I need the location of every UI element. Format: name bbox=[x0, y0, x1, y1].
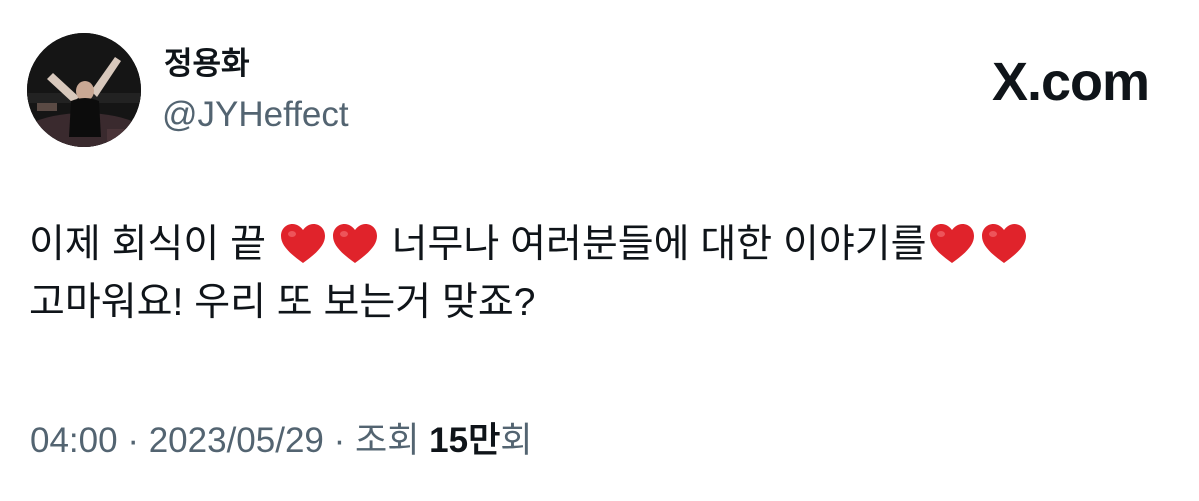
tweet-text-part1: 이제 회식이 끝 bbox=[29, 223, 266, 266]
avatar-photo bbox=[27, 33, 141, 147]
views-suffix: 회 bbox=[500, 421, 533, 460]
red-heart-icon bbox=[331, 223, 379, 265]
red-heart-icon bbox=[279, 223, 327, 265]
author-display-name[interactable]: 정용화 bbox=[164, 44, 250, 84]
red-heart-icon bbox=[980, 223, 1028, 265]
author-avatar[interactable] bbox=[27, 33, 141, 147]
tweet-line-2: 고마워요! 우리 또 보는거 맞죠? bbox=[29, 281, 536, 324]
tweet-text-part2: 너무나 여러분들에 대한 이야기를 bbox=[391, 223, 927, 266]
meta-separator: · bbox=[333, 421, 346, 460]
x-logo-text: X.com bbox=[991, 52, 1150, 112]
views-count: 15만 bbox=[429, 421, 501, 460]
red-heart-icon bbox=[928, 223, 976, 265]
tweet-line-1: 이제 회식이 끝 너무나 여러분들에 대한 이야기를 bbox=[29, 216, 1169, 274]
tweet-meta: 04:00 · 2023/05/29 · 조회 15만회 bbox=[30, 418, 533, 464]
tweet-date[interactable]: 2023/05/29 bbox=[149, 421, 324, 460]
author-handle[interactable]: @JYHeffect bbox=[162, 94, 349, 136]
tweet-text: 이제 회식이 끝 너무나 여러분들에 대한 이야기를 고마워요! 우리 또 보는… bbox=[29, 216, 1169, 332]
meta-separator: · bbox=[127, 421, 139, 460]
views-label: 조회 bbox=[355, 421, 420, 460]
tweet-time[interactable]: 04:00 bbox=[30, 421, 118, 460]
